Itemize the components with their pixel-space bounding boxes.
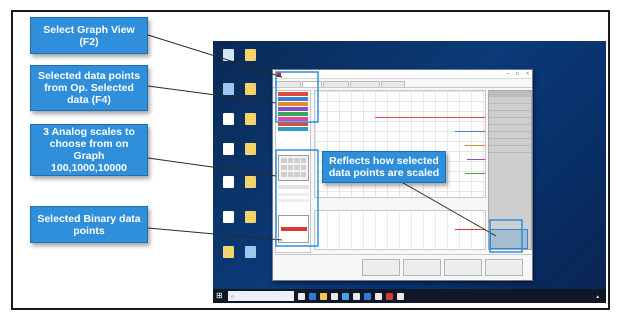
callout-graph-view: Select Graph View (F2) [30, 17, 148, 54]
callout-binary-points: Selected Binary data points [30, 206, 148, 243]
tab[interactable] [275, 81, 301, 87]
bottom-toolbar [275, 254, 532, 279]
binary-graph[interactable] [314, 210, 486, 250]
tab-strip [273, 79, 532, 88]
values-table [488, 90, 532, 250]
minimize-icon[interactable]: – [506, 71, 509, 77]
window-titlebar[interactable]: – □ × [273, 70, 532, 79]
desktop-icon[interactable] [239, 113, 261, 125]
scale-option[interactable] [278, 185, 309, 189]
table-row [489, 125, 531, 132]
tab[interactable] [350, 81, 380, 87]
scale-option[interactable] [278, 199, 309, 202]
desktop-icon[interactable] [217, 211, 239, 223]
tab[interactable] [381, 81, 405, 87]
binary-points-box[interactable] [278, 215, 309, 243]
table-row [489, 111, 531, 118]
taskbar-app-icon[interactable] [309, 292, 316, 300]
desktop-icon[interactable] [239, 211, 261, 223]
trend-line [455, 131, 485, 132]
table-row [489, 104, 531, 111]
data-point-row[interactable] [278, 97, 308, 101]
toolbar-button[interactable] [444, 258, 482, 276]
taskbar-app-icon[interactable] [298, 292, 305, 300]
trend-line [467, 159, 485, 160]
toolbar-button[interactable] [403, 258, 441, 276]
desktop-icon[interactable] [217, 176, 239, 188]
trend-line [375, 117, 485, 118]
data-point-row[interactable] [278, 127, 308, 131]
callout-analog-scales: 3 Analog scales to choose from on Graph … [30, 124, 148, 176]
taskbar-app-icon[interactable] [342, 292, 349, 300]
taskbar-app-icon[interactable] [331, 292, 338, 300]
desktop-icon[interactable] [239, 246, 261, 258]
callout-text: Reflects how selected data points are sc… [328, 155, 440, 179]
data-point-row[interactable] [278, 112, 308, 116]
data-point-row[interactable] [278, 102, 308, 106]
taskbar-app-icon[interactable] [353, 292, 360, 300]
desktop-icon[interactable] [239, 83, 261, 95]
desktop-icon[interactable] [217, 246, 239, 258]
binary-point-row[interactable] [281, 227, 307, 231]
desktop-icon[interactable] [239, 176, 261, 188]
binary-trace [455, 229, 485, 230]
table-row [489, 97, 531, 104]
table-row [489, 146, 531, 153]
desktop-icon[interactable] [217, 49, 239, 61]
taskbar-app-icon[interactable] [375, 292, 382, 300]
callout-text: Select Graph View (F2) [43, 23, 135, 48]
data-point-row[interactable] [278, 92, 308, 96]
data-point-row[interactable] [278, 107, 308, 111]
desktop-icon[interactable] [239, 49, 261, 61]
analog-scale-selector[interactable] [278, 155, 309, 181]
toolbar-button[interactable] [362, 258, 400, 276]
taskbar-app-icon[interactable] [397, 292, 404, 300]
taskbar-app-icon[interactable] [364, 292, 371, 300]
taskbar-app-icon[interactable] [386, 292, 393, 300]
taskbar: ⊞ ○ ▲ [213, 289, 606, 303]
callout-text: 3 Analog scales to choose from on Graph … [43, 126, 135, 174]
table-row [489, 132, 531, 139]
close-icon[interactable]: × [526, 71, 529, 77]
data-point-row[interactable] [278, 122, 308, 126]
data-point-row[interactable] [278, 117, 308, 121]
network-icon[interactable]: ▲ [596, 294, 600, 299]
callout-data-points: Selected data points from Op. Selected d… [30, 65, 148, 111]
time-axis-labels [314, 200, 486, 209]
desktop-icon[interactable] [217, 83, 239, 95]
search-icon: ○ [231, 293, 234, 299]
window-controls: – □ × [506, 71, 529, 77]
table-row [489, 118, 531, 125]
tab-graph-view[interactable] [302, 81, 322, 87]
scale-option[interactable] [278, 193, 309, 196]
tab[interactable] [323, 81, 349, 87]
callout-text: Selected Binary data points [37, 212, 141, 237]
desktop-icon[interactable] [217, 143, 239, 155]
maximize-icon[interactable]: □ [516, 71, 519, 77]
callout-reflects-scaling: Reflects how selected data points are sc… [322, 151, 446, 183]
windows-logo-icon[interactable]: ⊞ [216, 292, 224, 300]
desktop-icon[interactable] [217, 113, 239, 125]
callout-text: Selected data points from Op. Selected d… [37, 70, 141, 106]
scaled-points-selection[interactable] [490, 229, 528, 249]
taskbar-app-icon[interactable] [320, 292, 327, 300]
app-logo-icon [276, 71, 281, 77]
taskbar-search[interactable]: ○ [228, 291, 294, 301]
table-row [489, 139, 531, 146]
selected-points-panel [275, 90, 311, 253]
system-tray: ▲ [596, 294, 603, 299]
desktop-icon[interactable] [239, 143, 261, 155]
trend-line [465, 145, 485, 146]
trend-line [465, 173, 485, 174]
toolbar-button[interactable] [485, 258, 523, 276]
